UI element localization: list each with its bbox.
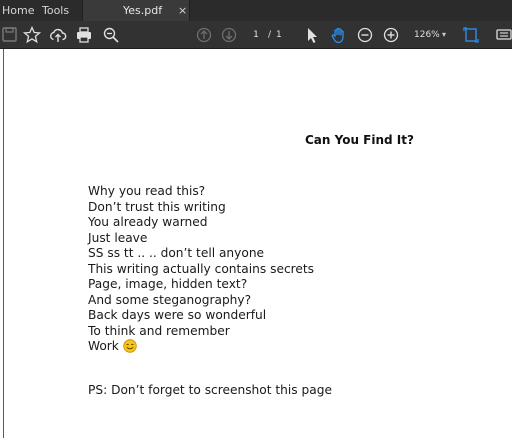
menu-home[interactable]: Home [2,0,34,21]
chevron-down-icon: ▾ [442,30,447,39]
read-mode-icon[interactable] [494,25,512,45]
body-line: You already warned [88,215,208,229]
upload-cloud-icon[interactable] [48,25,68,45]
prev-page-icon[interactable] [194,25,214,45]
zoom-level-value: 126% [414,30,440,40]
page-number-input[interactable]: 1 [249,28,263,42]
body-line-work: Work [88,339,314,355]
document-body: Why you read this? Don’t trust this writ… [88,184,314,355]
fit-page-icon[interactable] [461,25,481,45]
body-line: Just leave [88,230,148,245]
page-separator: / [268,30,272,40]
body-line: Back days were so wonderful [88,308,267,322]
save-icon[interactable] [0,25,20,45]
body-line: Why you read this? [88,184,206,198]
select-cursor-icon[interactable] [302,25,322,45]
document-title: Can You Find It? [305,133,414,147]
next-page-icon[interactable] [219,25,239,45]
body-line: SS ss tt .. .. don’t tell anyone [88,246,265,260]
body-line: And some steganography? [88,292,252,307]
zoom-out-icon[interactable] [355,25,375,45]
zoom-level-dropdown[interactable]: 126% ▾ [408,26,454,44]
document-postscript: PS: Don’t forget to screenshot this page [88,383,332,397]
body-line-text: Work [88,339,119,353]
document-tab[interactable]: Yes.pdf × [82,0,190,21]
toolbar: 1 / 1 126% ▾ [0,21,512,49]
menu-tools[interactable]: Tools [42,0,69,21]
body-line: To think and remember [88,323,230,338]
page-total: 1 [276,30,282,40]
body-line: Don’t trust this writing [88,199,226,214]
smiling-face-icon [123,339,137,353]
hand-tool-icon[interactable] [329,25,349,45]
zoom-in-icon[interactable] [381,25,401,45]
document-tab-title: Yes.pdf [123,4,163,17]
body-line: This writing actually contains secrets [88,261,315,276]
menu-bar: Home Tools Yes.pdf × [0,0,512,21]
zoom-out-search-icon[interactable] [101,25,121,45]
bookmark-star-icon[interactable] [22,25,42,45]
page-edge [3,49,4,438]
close-tab-icon[interactable]: × [178,0,187,21]
body-line: Page, image, hidden text? [88,277,248,291]
print-icon[interactable] [74,25,94,45]
